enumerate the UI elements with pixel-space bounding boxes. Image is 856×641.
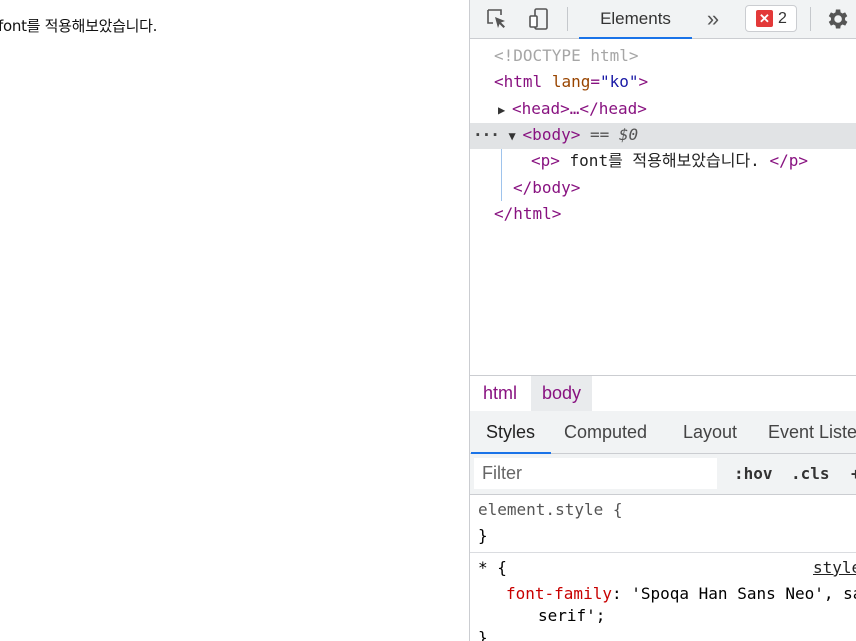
- breadcrumb-body[interactable]: body: [531, 376, 593, 411]
- html-close-bracket: >: [638, 72, 649, 91]
- font-family-declaration[interactable]: font-family: 'Spoqa Han Sans Neo', sans-: [506, 582, 856, 606]
- devtools-panel: Elements » ✕ 2 <!DOCTYPE html> <html lan…: [469, 0, 856, 641]
- gear-icon[interactable]: [822, 4, 852, 34]
- star-selector[interactable]: * {: [478, 556, 507, 580]
- dom-doctype[interactable]: <!DOCTYPE html>: [494, 43, 639, 69]
- dom-body-node[interactable]: ··· ▼ <body> == $0: [473, 122, 638, 148]
- device-toolbar-icon[interactable]: [526, 6, 552, 32]
- styles-tabbar: Styles Computed Layout Event Listeners: [470, 411, 856, 454]
- dom-head-node[interactable]: ▶ <head>…</head>: [498, 96, 647, 122]
- body-open-tag: <body>: [522, 125, 581, 144]
- expand-triangle-icon[interactable]: ▶: [498, 97, 512, 123]
- property-colon: :: [611, 584, 632, 603]
- collapse-triangle-icon[interactable]: ▼: [509, 123, 523, 149]
- dom-p-node[interactable]: <p> font를 적용해보았습니다. </p>: [531, 148, 808, 174]
- property-name: font-family: [506, 584, 612, 603]
- rule-source-link[interactable]: style.css: [813, 556, 856, 580]
- property-value: 'Spoqa Han Sans Neo', sans-: [631, 584, 856, 603]
- tab-layout[interactable]: Layout: [683, 411, 737, 453]
- hov-button[interactable]: :hov: [734, 458, 773, 489]
- styles-filter-bar: :hov .cls +: [470, 454, 856, 495]
- dom-html-close[interactable]: </html>: [494, 201, 561, 227]
- element-style-close: }: [478, 526, 488, 545]
- error-icon: ✕: [756, 10, 773, 27]
- filter-input[interactable]: [474, 458, 717, 489]
- html-close-tag: </html>: [494, 204, 562, 223]
- tab-event-listeners[interactable]: Event Listeners: [768, 411, 856, 453]
- selected-marker: == $0: [589, 125, 639, 144]
- p-text: font를 적용해보았습니다.: [559, 151, 770, 170]
- toolbar-divider: [567, 7, 568, 31]
- body-close-tag: </body>: [513, 178, 581, 197]
- breadcrumb-html[interactable]: html: [472, 376, 528, 411]
- error-count-badge[interactable]: ✕ 2: [745, 5, 797, 32]
- html-attr-name: lang: [551, 72, 591, 91]
- p-close-tag: </p>: [769, 151, 808, 170]
- devtools-toolbar: Elements » ✕ 2: [470, 0, 856, 39]
- more-tabs-icon[interactable]: »: [702, 5, 724, 33]
- html-attr-eq: =: [590, 72, 600, 91]
- head-collapsed: <head>…</head>: [512, 99, 647, 118]
- star-close: }: [478, 628, 488, 641]
- html-open-tag: <html: [494, 72, 543, 91]
- tab-computed[interactable]: Computed: [564, 411, 647, 453]
- style-rules: element.style { } * { style.css font-fam…: [470, 495, 856, 641]
- inspect-element-icon[interactable]: [484, 6, 510, 32]
- page-viewport: font를 적용해보았습니다.: [0, 0, 469, 641]
- property-value-continued: serif';: [538, 606, 606, 625]
- tab-styles[interactable]: Styles: [470, 411, 552, 454]
- html-attr-value: "ko": [599, 72, 639, 91]
- breadcrumb: html body: [470, 375, 856, 412]
- new-rule-button[interactable]: +: [851, 458, 856, 489]
- rule-divider: [470, 552, 856, 553]
- doctype-text: <!DOCTYPE html>: [494, 46, 639, 65]
- tab-elements[interactable]: Elements: [579, 0, 692, 39]
- element-style-selector[interactable]: element.style {: [478, 498, 623, 522]
- toolbar-divider: [810, 7, 811, 31]
- dom-tree: <!DOCTYPE html> <html lang="ko"> ▶ <head>…: [470, 39, 856, 375]
- error-count: 2: [778, 9, 787, 27]
- page-paragraph: font를 적용해보았습니다.: [0, 17, 158, 35]
- node-actions-icon[interactable]: ···: [473, 125, 500, 144]
- indent-guide: [501, 149, 502, 201]
- dom-html-node[interactable]: <html lang="ko">: [494, 69, 648, 95]
- cls-button[interactable]: .cls: [791, 458, 830, 489]
- p-open-tag: <p>: [531, 151, 560, 170]
- dom-body-close[interactable]: </body>: [513, 175, 580, 201]
